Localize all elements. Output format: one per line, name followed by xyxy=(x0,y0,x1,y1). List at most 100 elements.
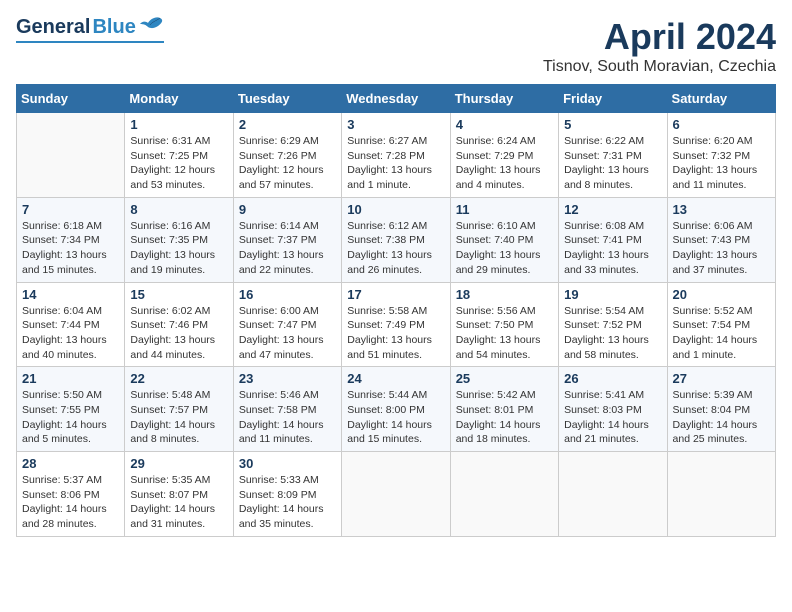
day-info: Sunrise: 5:54 AMSunset: 7:52 PMDaylight:… xyxy=(564,304,661,363)
calendar-cell xyxy=(342,452,450,537)
calendar-cell xyxy=(559,452,667,537)
day-number: 9 xyxy=(239,202,336,217)
day-number: 26 xyxy=(564,371,661,386)
calendar-cell: 16 Sunrise: 6:00 AMSunset: 7:47 PMDayligh… xyxy=(233,282,341,367)
calendar-cell: 17 Sunrise: 5:58 AMSunset: 7:49 PMDayligh… xyxy=(342,282,450,367)
day-info: Sunrise: 5:42 AMSunset: 8:01 PMDaylight:… xyxy=(456,388,553,447)
column-headers: SundayMondayTuesdayWednesdayThursdayFrid… xyxy=(17,85,776,113)
day-info: Sunrise: 5:50 AMSunset: 7:55 PMDaylight:… xyxy=(22,388,119,447)
day-number: 3 xyxy=(347,117,444,132)
day-info: Sunrise: 6:24 AMSunset: 7:29 PMDaylight:… xyxy=(456,134,553,193)
logo-blue: Blue xyxy=(92,16,135,39)
day-number: 23 xyxy=(239,371,336,386)
day-info: Sunrise: 6:08 AMSunset: 7:41 PMDaylight:… xyxy=(564,219,661,278)
calendar-cell: 11 Sunrise: 6:10 AMSunset: 7:40 PMDayligh… xyxy=(450,197,558,282)
day-number: 2 xyxy=(239,117,336,132)
day-info: Sunrise: 5:56 AMSunset: 7:50 PMDaylight:… xyxy=(456,304,553,363)
day-number: 27 xyxy=(673,371,770,386)
calendar-cell: 12 Sunrise: 6:08 AMSunset: 7:41 PMDayligh… xyxy=(559,197,667,282)
day-info: Sunrise: 5:46 AMSunset: 7:58 PMDaylight:… xyxy=(239,388,336,447)
calendar-cell: 27 Sunrise: 5:39 AMSunset: 8:04 PMDayligh… xyxy=(667,367,775,452)
day-number: 18 xyxy=(456,287,553,302)
calendar-cell: 10 Sunrise: 6:12 AMSunset: 7:38 PMDayligh… xyxy=(342,197,450,282)
day-number: 6 xyxy=(673,117,770,132)
calendar-cell: 24 Sunrise: 5:44 AMSunset: 8:00 PMDayligh… xyxy=(342,367,450,452)
column-header-wednesday: Wednesday xyxy=(342,85,450,113)
day-info: Sunrise: 6:31 AMSunset: 7:25 PMDaylight:… xyxy=(130,134,227,193)
day-number: 12 xyxy=(564,202,661,217)
day-info: Sunrise: 6:10 AMSunset: 7:40 PMDaylight:… xyxy=(456,219,553,278)
calendar-cell: 2 Sunrise: 6:29 AMSunset: 7:26 PMDaylight… xyxy=(233,113,341,198)
calendar-cell: 1 Sunrise: 6:31 AMSunset: 7:25 PMDaylight… xyxy=(125,113,233,198)
day-number: 10 xyxy=(347,202,444,217)
logo-general: General xyxy=(16,16,90,39)
week-row-2: 7 Sunrise: 6:18 AMSunset: 7:34 PMDaylight… xyxy=(17,197,776,282)
day-number: 11 xyxy=(456,202,553,217)
calendar-cell: 13 Sunrise: 6:06 AMSunset: 7:43 PMDayligh… xyxy=(667,197,775,282)
day-info: Sunrise: 6:14 AMSunset: 7:37 PMDaylight:… xyxy=(239,219,336,278)
calendar-cell: 6Sunrise: 6:20 AMSunset: 7:32 PMDaylight… xyxy=(667,113,775,198)
calendar-table: SundayMondayTuesdayWednesdayThursdayFrid… xyxy=(16,84,776,537)
calendar-cell: 15Sunrise: 6:02 AMSunset: 7:46 PMDayligh… xyxy=(125,282,233,367)
calendar-cell: 22 Sunrise: 5:48 AMSunset: 7:57 PMDayligh… xyxy=(125,367,233,452)
column-header-monday: Monday xyxy=(125,85,233,113)
calendar-cell: 4Sunrise: 6:24 AMSunset: 7:29 PMDaylight… xyxy=(450,113,558,198)
calendar-cell: 29 Sunrise: 5:35 AMSunset: 8:07 PMDayligh… xyxy=(125,452,233,537)
day-number: 1 xyxy=(130,117,227,132)
calendar-cell: 5 Sunrise: 6:22 AMSunset: 7:31 PMDaylight… xyxy=(559,113,667,198)
day-number: 22 xyxy=(130,371,227,386)
day-number: 17 xyxy=(347,287,444,302)
day-number: 16 xyxy=(239,287,336,302)
calendar-cell xyxy=(450,452,558,537)
day-info: Sunrise: 6:04 AMSunset: 7:44 PMDaylight:… xyxy=(22,304,119,363)
logo: General Blue xyxy=(16,16,164,43)
day-number: 7 xyxy=(22,202,119,217)
day-info: Sunrise: 5:58 AMSunset: 7:49 PMDaylight:… xyxy=(347,304,444,363)
week-row-1: 1 Sunrise: 6:31 AMSunset: 7:25 PMDaylight… xyxy=(17,113,776,198)
day-number: 28 xyxy=(22,456,119,471)
week-row-5: 28Sunrise: 5:37 AMSunset: 8:06 PMDayligh… xyxy=(17,452,776,537)
day-number: 13 xyxy=(673,202,770,217)
day-number: 20 xyxy=(673,287,770,302)
day-info: Sunrise: 5:44 AMSunset: 8:00 PMDaylight:… xyxy=(347,388,444,447)
day-number: 5 xyxy=(564,117,661,132)
day-info: Sunrise: 6:18 AMSunset: 7:34 PMDaylight:… xyxy=(22,219,119,278)
day-number: 25 xyxy=(456,371,553,386)
day-number: 15 xyxy=(130,287,227,302)
day-number: 24 xyxy=(347,371,444,386)
day-info: Sunrise: 5:39 AMSunset: 8:04 PMDaylight:… xyxy=(673,388,770,447)
day-info: Sunrise: 5:35 AMSunset: 8:07 PMDaylight:… xyxy=(130,473,227,532)
calendar-cell: 18 Sunrise: 5:56 AMSunset: 7:50 PMDayligh… xyxy=(450,282,558,367)
calendar-cell: 3Sunrise: 6:27 AMSunset: 7:28 PMDaylight… xyxy=(342,113,450,198)
day-number: 29 xyxy=(130,456,227,471)
title-block: April 2024 Tisnov, South Moravian, Czech… xyxy=(543,16,776,76)
day-number: 19 xyxy=(564,287,661,302)
day-info: Sunrise: 6:22 AMSunset: 7:31 PMDaylight:… xyxy=(564,134,661,193)
column-header-sunday: Sunday xyxy=(17,85,125,113)
location: Tisnov, South Moravian, Czechia xyxy=(543,58,776,76)
column-header-tuesday: Tuesday xyxy=(233,85,341,113)
header: General Blue April 2024 Tisnov, South Mo… xyxy=(16,16,776,76)
calendar-cell xyxy=(17,113,125,198)
day-info: Sunrise: 6:12 AMSunset: 7:38 PMDaylight:… xyxy=(347,219,444,278)
day-info: Sunrise: 5:52 AMSunset: 7:54 PMDaylight:… xyxy=(673,304,770,363)
column-header-friday: Friday xyxy=(559,85,667,113)
day-number: 8 xyxy=(130,202,227,217)
day-info: Sunrise: 6:00 AMSunset: 7:47 PMDaylight:… xyxy=(239,304,336,363)
day-number: 14 xyxy=(22,287,119,302)
column-header-thursday: Thursday xyxy=(450,85,558,113)
day-info: Sunrise: 6:06 AMSunset: 7:43 PMDaylight:… xyxy=(673,219,770,278)
day-number: 21 xyxy=(22,371,119,386)
calendar-cell: 28Sunrise: 5:37 AMSunset: 8:06 PMDayligh… xyxy=(17,452,125,537)
calendar-cell: 21 Sunrise: 5:50 AMSunset: 7:55 PMDayligh… xyxy=(17,367,125,452)
day-info: Sunrise: 6:29 AMSunset: 7:26 PMDaylight:… xyxy=(239,134,336,193)
column-header-saturday: Saturday xyxy=(667,85,775,113)
calendar-cell: 20 Sunrise: 5:52 AMSunset: 7:54 PMDayligh… xyxy=(667,282,775,367)
calendar-cell: 25 Sunrise: 5:42 AMSunset: 8:01 PMDayligh… xyxy=(450,367,558,452)
day-info: Sunrise: 5:48 AMSunset: 7:57 PMDaylight:… xyxy=(130,388,227,447)
day-info: Sunrise: 5:41 AMSunset: 8:03 PMDaylight:… xyxy=(564,388,661,447)
calendar-cell: 23 Sunrise: 5:46 AMSunset: 7:58 PMDayligh… xyxy=(233,367,341,452)
logo-bird-icon xyxy=(140,16,164,39)
calendar-cell: 19 Sunrise: 5:54 AMSunset: 7:52 PMDayligh… xyxy=(559,282,667,367)
day-number: 30 xyxy=(239,456,336,471)
